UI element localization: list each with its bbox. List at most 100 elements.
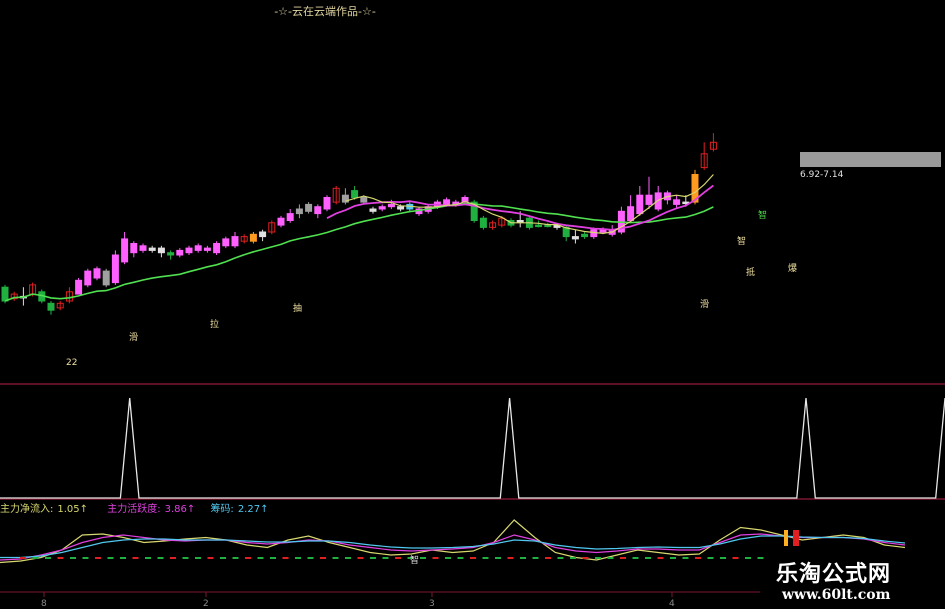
flow-tick: [245, 557, 251, 559]
candle-body: [443, 199, 451, 205]
signal-line: [0, 397, 945, 499]
stock-chart-window: { "header": { "title": "-☆-云在云端作品-☆-" },…: [0, 0, 945, 609]
watermark-url: www.60lt.com: [782, 587, 891, 603]
indicator-legend: 主力净流入: 1.05↑ 主力活跃度: 3.86↑ 筹码: 2.27↑: [0, 500, 272, 515]
flow-tick: [45, 557, 51, 559]
chart-title: -☆-云在云端作品-☆-: [274, 5, 376, 18]
flow-tick: [745, 557, 751, 559]
flow-tick: [682, 557, 689, 559]
candle-body: [360, 197, 368, 203]
flow-tick: [657, 557, 664, 559]
candle-body: [295, 208, 303, 215]
flow-tick: [732, 557, 739, 559]
candle-body: [167, 252, 175, 256]
candle-body: [93, 268, 101, 279]
candle-body: [157, 247, 165, 254]
candle-body: [645, 194, 653, 205]
price-marker-0: 22: [66, 358, 77, 368]
candle-body: [286, 213, 294, 222]
flow-tick: [470, 557, 476, 559]
osc-line-0: [0, 519, 906, 564]
flow-tick: [720, 557, 726, 559]
flow-tick: [132, 557, 139, 559]
flow-tick: [632, 557, 639, 559]
price-marker-7: 抵: [746, 266, 755, 278]
flow-tick: [32, 557, 39, 559]
flow-tick: [57, 557, 64, 559]
candle-body: [194, 245, 202, 251]
candle-body: [369, 208, 377, 212]
flow-tick: [20, 557, 26, 559]
x-tick-label: 2: [203, 599, 209, 609]
flow-tick: [120, 557, 126, 559]
candle-body: [544, 224, 552, 228]
candle-body: [176, 249, 184, 256]
flow-tick: [82, 557, 89, 559]
flow-tick: [320, 557, 326, 559]
flow-tick: [607, 557, 614, 559]
candle-body: [627, 206, 635, 221]
activity-label: 主力活跃度:: [107, 504, 161, 515]
candle-body: [111, 254, 119, 284]
candle-body: [222, 238, 230, 247]
x-tick-label: 8: [41, 599, 47, 609]
candle-body: [378, 206, 386, 210]
flow-tick: [232, 557, 239, 559]
candle-body: [139, 245, 147, 251]
flow-tick: [507, 557, 514, 559]
flow-tick: [382, 557, 389, 559]
flow-spike: [793, 530, 799, 546]
candle-body: [130, 243, 138, 254]
range-box: [800, 152, 941, 167]
price-marker-2: 拉: [210, 318, 219, 330]
flow-tick: [645, 557, 651, 559]
flow-tick: [107, 557, 114, 559]
flow-tick: [332, 557, 339, 559]
activity-value: 3.86↑: [164, 504, 196, 515]
chart-canvas: 6.92-7.1422滑拉抽智滑智抵 爆智8 2 3 4: [0, 133, 945, 609]
candle-body: [259, 231, 267, 238]
indicator-marker: 智: [410, 554, 419, 566]
flow-tick: [220, 557, 226, 559]
price-marker-3: 抽: [293, 302, 302, 314]
flow-tick: [395, 557, 401, 559]
flow-tick: [70, 557, 76, 559]
price-marker-5: 滑: [700, 299, 709, 310]
candle-body: [571, 236, 579, 240]
flow-tick: [557, 557, 564, 559]
candle-body: [121, 238, 129, 263]
candle-body: [213, 243, 221, 254]
flow-tick: [520, 557, 526, 559]
netflow-label: 主力净流入:: [0, 504, 54, 515]
flow-tick: [307, 557, 314, 559]
flow-tick: [757, 557, 764, 559]
flow-tick: [357, 557, 364, 559]
candle-body: [102, 270, 110, 286]
candle-body: [185, 247, 193, 254]
candle-body: [323, 197, 331, 210]
chips-value: 2.27↑: [237, 504, 269, 515]
candle-body: [231, 236, 239, 247]
flow-tick: [707, 557, 714, 559]
candle-body: [516, 220, 524, 223]
flow-tick: [257, 557, 264, 559]
flow-tick: [345, 557, 351, 559]
candle-body: [75, 279, 83, 295]
candle-body: [636, 194, 644, 215]
price-marker-1: 滑: [129, 332, 138, 343]
x-tick-label: 4: [669, 599, 675, 609]
candle-body: [148, 247, 156, 251]
flow-tick: [695, 557, 701, 559]
price-marker-8: 爆: [788, 262, 797, 274]
price-marker-6: 智: [737, 235, 746, 247]
flow-tick: [145, 557, 151, 559]
flow-tick: [295, 557, 301, 559]
flow-spike: [784, 530, 788, 546]
candle-body: [387, 203, 395, 208]
flow-tick: [370, 557, 376, 559]
price-marker-4: 智: [758, 209, 767, 221]
x-tick-label: 3: [429, 599, 435, 609]
candle-body: [351, 190, 359, 199]
candle-body: [535, 224, 543, 228]
candle-body: [47, 302, 55, 311]
